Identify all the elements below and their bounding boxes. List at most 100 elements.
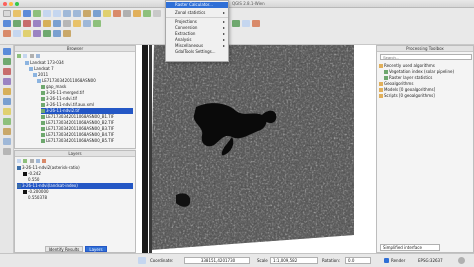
- help-icon[interactable]: [252, 20, 260, 27]
- layer-tree-item-label: 3-26-11-ndvi2(asterisk-ratio): [22, 165, 80, 170]
- add-postgis-icon[interactable]: [23, 20, 31, 27]
- browser-tree-item[interactable]: LE71730342011068ASN00_B5.TIF: [41, 138, 133, 144]
- algorithm-group-icon: [379, 88, 383, 92]
- plugin-icon[interactable]: [143, 10, 151, 17]
- add-selected-layers-icon[interactable]: [23, 54, 28, 58]
- print-composer-icon[interactable]: [63, 30, 71, 37]
- menu-item-label: Conversion: [175, 25, 198, 30]
- add-wms-layer-icon[interactable]: [3, 108, 11, 115]
- zoom-window-button[interactable]: [15, 2, 19, 6]
- add-oracle-layer-icon[interactable]: [3, 98, 11, 105]
- crs-status-label[interactable]: EPSG:32637: [418, 258, 443, 263]
- bookmark-icon[interactable]: [53, 30, 61, 37]
- tab-identify-results[interactable]: Identify Results: [45, 246, 83, 252]
- measure-icon[interactable]: [113, 10, 121, 17]
- browser-tree-item-label: gap_mask: [46, 84, 67, 89]
- new-layer-icon[interactable]: [3, 30, 11, 37]
- rotation-field[interactable]: 0.0: [345, 257, 371, 264]
- refresh-icon[interactable]: [83, 10, 91, 17]
- python-icon[interactable]: [153, 10, 161, 17]
- zoom-layer-icon[interactable]: [73, 10, 81, 17]
- attribute-table-icon[interactable]: [13, 30, 21, 37]
- zoom-in-icon[interactable]: [43, 10, 51, 17]
- color-ramp-swatch-icon: [23, 178, 27, 182]
- left-layer-toolbar: [0, 45, 14, 253]
- raster-menu: Raster Calculator... Zonal statistics ▸ …: [165, 0, 229, 62]
- node-tool-icon[interactable]: [83, 20, 91, 27]
- raster-layer-icon: [17, 184, 21, 188]
- coordinate-label: Coordinate:: [150, 258, 174, 263]
- add-raster-icon[interactable]: [13, 20, 21, 27]
- raster-file-icon: [41, 133, 45, 137]
- raster-file-icon: [41, 109, 45, 113]
- add-vector-icon[interactable]: [3, 20, 11, 27]
- minimize-window-button[interactable]: [9, 2, 13, 6]
- menu-item-zonal-statistics[interactable]: Zonal statistics ▸: [166, 10, 228, 16]
- add-raster-layer-icon[interactable]: [3, 58, 11, 65]
- add-wfs-icon[interactable]: [53, 20, 61, 27]
- scale-label: Scale: [257, 258, 268, 263]
- scale-field[interactable]: 1:1,009,582: [270, 257, 318, 264]
- add-vector-layer-icon[interactable]: [3, 48, 11, 55]
- georeferencer-icon[interactable]: [242, 20, 250, 27]
- edit-icon[interactable]: [63, 20, 71, 27]
- submenu-arrow-icon: ▸: [222, 10, 225, 15]
- zoom-full-icon[interactable]: [63, 10, 71, 17]
- render-checkbox[interactable]: [384, 258, 389, 263]
- style-icon[interactable]: [33, 30, 41, 37]
- filter-icon[interactable]: [29, 54, 34, 58]
- simplified-interface-select[interactable]: Simplified interface: [380, 244, 440, 251]
- menu-item-label: Projections: [175, 19, 197, 24]
- add-wms-icon[interactable]: [43, 20, 51, 27]
- browser-tree-item-label: LE71730342011068ASN00_B2.TIF: [46, 120, 115, 125]
- messages-icon[interactable]: [458, 257, 465, 264]
- browser-tree-item-label: Landsat 173-034: [30, 60, 64, 65]
- annotation-icon[interactable]: [123, 10, 131, 17]
- add-mssql-layer-icon[interactable]: [3, 88, 11, 95]
- expand-all-icon[interactable]: [35, 159, 40, 163]
- zoom-out-icon[interactable]: [53, 10, 61, 17]
- processing-icon[interactable]: [232, 20, 240, 27]
- layer-style-icon[interactable]: [17, 159, 21, 163]
- select-icon[interactable]: [103, 10, 111, 17]
- map-tips-icon[interactable]: [43, 30, 51, 37]
- menu-item-gdaltools-settings[interactable]: GdalTools Settings...: [166, 49, 228, 55]
- close-window-button[interactable]: [3, 2, 7, 6]
- new-project-icon[interactable]: [3, 10, 11, 17]
- filter-legend-icon[interactable]: [29, 159, 34, 163]
- layer-tree-item[interactable]: 0.550378: [23, 195, 133, 201]
- menu-item-raster-calculator[interactable]: Raster Calculator...: [166, 2, 228, 8]
- tab-layers[interactable]: Layers: [85, 246, 107, 252]
- add-spatialite-layer-icon[interactable]: [3, 78, 11, 85]
- refresh-icon[interactable]: [17, 54, 21, 58]
- add-wfs-layer-icon[interactable]: [3, 128, 11, 135]
- add-delimited-text-icon[interactable]: [3, 138, 11, 145]
- raster-file-icon: [41, 121, 45, 125]
- pan-icon[interactable]: [33, 10, 41, 17]
- add-wcs-layer-icon[interactable]: [3, 118, 11, 125]
- save-project-icon[interactable]: [23, 10, 31, 17]
- processing-tree-item-label: Scripts [0 geoalgorithms]: [384, 93, 435, 98]
- collapse-all-icon[interactable]: [35, 54, 40, 58]
- processing-search-input[interactable]: [380, 54, 472, 60]
- move-feature-icon[interactable]: [93, 20, 101, 27]
- remove-layer-icon[interactable]: [42, 159, 47, 163]
- processing-tree-item[interactable]: Scripts [0 geoalgorithms]: [379, 93, 471, 99]
- field-calculator-icon[interactable]: [23, 30, 31, 37]
- add-postgis-layer-icon[interactable]: [3, 68, 11, 75]
- raster-file-icon: [41, 97, 45, 101]
- layers-panel: Layers 3-26-11-ndvi2(asterisk-ratio) -0.2…: [14, 150, 136, 253]
- processing-tree-item-label: Models [0 geoalgorithms]: [384, 87, 436, 92]
- add-spatialite-icon[interactable]: [33, 20, 41, 27]
- coordinate-field[interactable]: 338151,4201730: [184, 257, 250, 264]
- map-canvas[interactable]: [136, 45, 376, 253]
- toggle-extents-icon[interactable]: [138, 257, 146, 264]
- new-shapefile-icon[interactable]: [3, 148, 11, 155]
- digitize-icon[interactable]: [73, 20, 81, 27]
- identify-icon[interactable]: [93, 10, 101, 17]
- open-project-icon[interactable]: [13, 10, 21, 17]
- label-icon[interactable]: [133, 10, 141, 17]
- browser-tree-item-label: 2011: [38, 72, 49, 77]
- add-group-icon[interactable]: [23, 159, 28, 163]
- layers-panel-title: Layers: [15, 151, 135, 157]
